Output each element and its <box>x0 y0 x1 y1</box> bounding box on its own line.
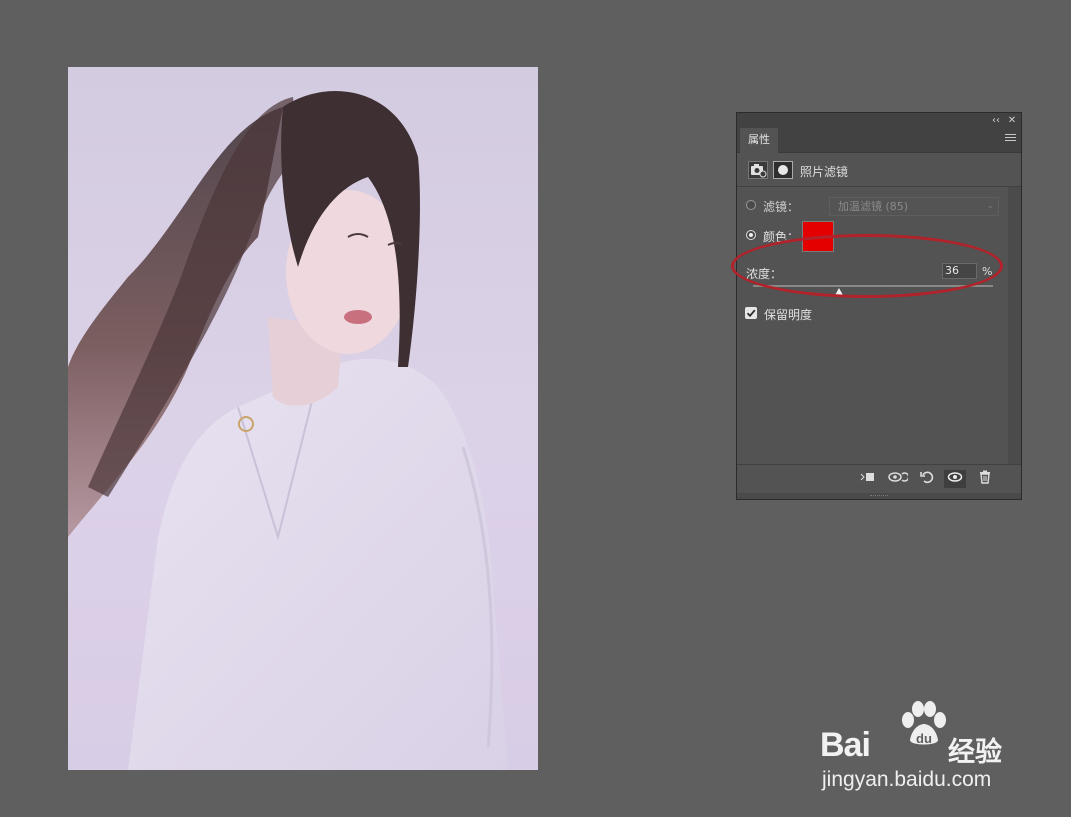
panel-title-bar[interactable]: ‹‹ ✕ <box>737 113 1021 128</box>
adjustment-header: 照片滤镜 <box>737 153 1021 187</box>
watermark-brand: Bai <box>820 726 871 764</box>
filter-dropdown[interactable]: 加温滤镜 (85) ⌄ <box>829 197 999 216</box>
adjustment-settings: 滤镜： 加温滤镜 (85) ⌄ 颜色： 浓度： 36 % 保留明度 <box>731 187 1008 465</box>
reset-icon[interactable] <box>916 470 938 488</box>
density-unit: % <box>982 265 993 278</box>
delete-icon[interactable] <box>974 470 996 488</box>
checkmark-icon <box>746 309 756 318</box>
color-swatch[interactable] <box>802 221 834 252</box>
clip-to-layer-icon[interactable] <box>857 470 879 488</box>
camera-adjustment-icon[interactable] <box>748 161 768 179</box>
preserve-luminosity-checkbox[interactable] <box>745 307 757 319</box>
layer-mask-icon[interactable] <box>773 161 793 179</box>
tab-properties[interactable]: 属性 <box>740 128 778 153</box>
properties-panel: ‹‹ ✕ 属性 照片滤镜 滤镜： 加温滤镜 (85) ⌄ 颜色： 浓度： 36 … <box>731 112 1022 500</box>
density-slider-thumb[interactable] <box>834 288 845 297</box>
panel-footer-toolbar <box>737 464 1021 493</box>
baidu-watermark: du Bai 经验 jingyan.baidu.com <box>820 700 1020 800</box>
panel-scrollbar[interactable] <box>1008 187 1021 465</box>
adjustment-title: 照片滤镜 <box>800 165 849 179</box>
watermark-cn: 经验 <box>948 737 1002 768</box>
portrait-image <box>68 91 508 770</box>
density-slider-track[interactable] <box>753 285 993 287</box>
filter-dropdown-value: 加温滤镜 (85) <box>838 200 909 213</box>
document-canvas-photo[interactable] <box>68 67 538 770</box>
preserve-luminosity-label: 保留明度 <box>764 308 813 322</box>
filter-label: 滤镜： <box>763 200 800 214</box>
filter-radio[interactable] <box>746 200 756 210</box>
paw-logo-icon: du <box>902 701 946 746</box>
watermark-url: jingyan.baidu.com <box>822 768 992 791</box>
view-previous-state-icon[interactable] <box>887 470 910 488</box>
collapse-panel-button[interactable]: ‹‹ <box>989 113 1003 128</box>
chevron-down-icon: ⌄ <box>986 201 994 211</box>
close-panel-button[interactable]: ✕ <box>1005 113 1019 128</box>
svg-text:du: du <box>916 731 932 746</box>
panel-menu-icon[interactable] <box>1005 134 1016 144</box>
visibility-icon[interactable] <box>944 470 966 488</box>
color-radio[interactable] <box>746 230 756 240</box>
density-input[interactable]: 36 <box>942 263 977 279</box>
panel-tab-row: 属性 <box>737 128 1021 153</box>
density-label: 浓度： <box>746 267 783 281</box>
color-label: 颜色： <box>763 230 800 244</box>
panel-resize-grip[interactable] <box>737 493 1021 499</box>
